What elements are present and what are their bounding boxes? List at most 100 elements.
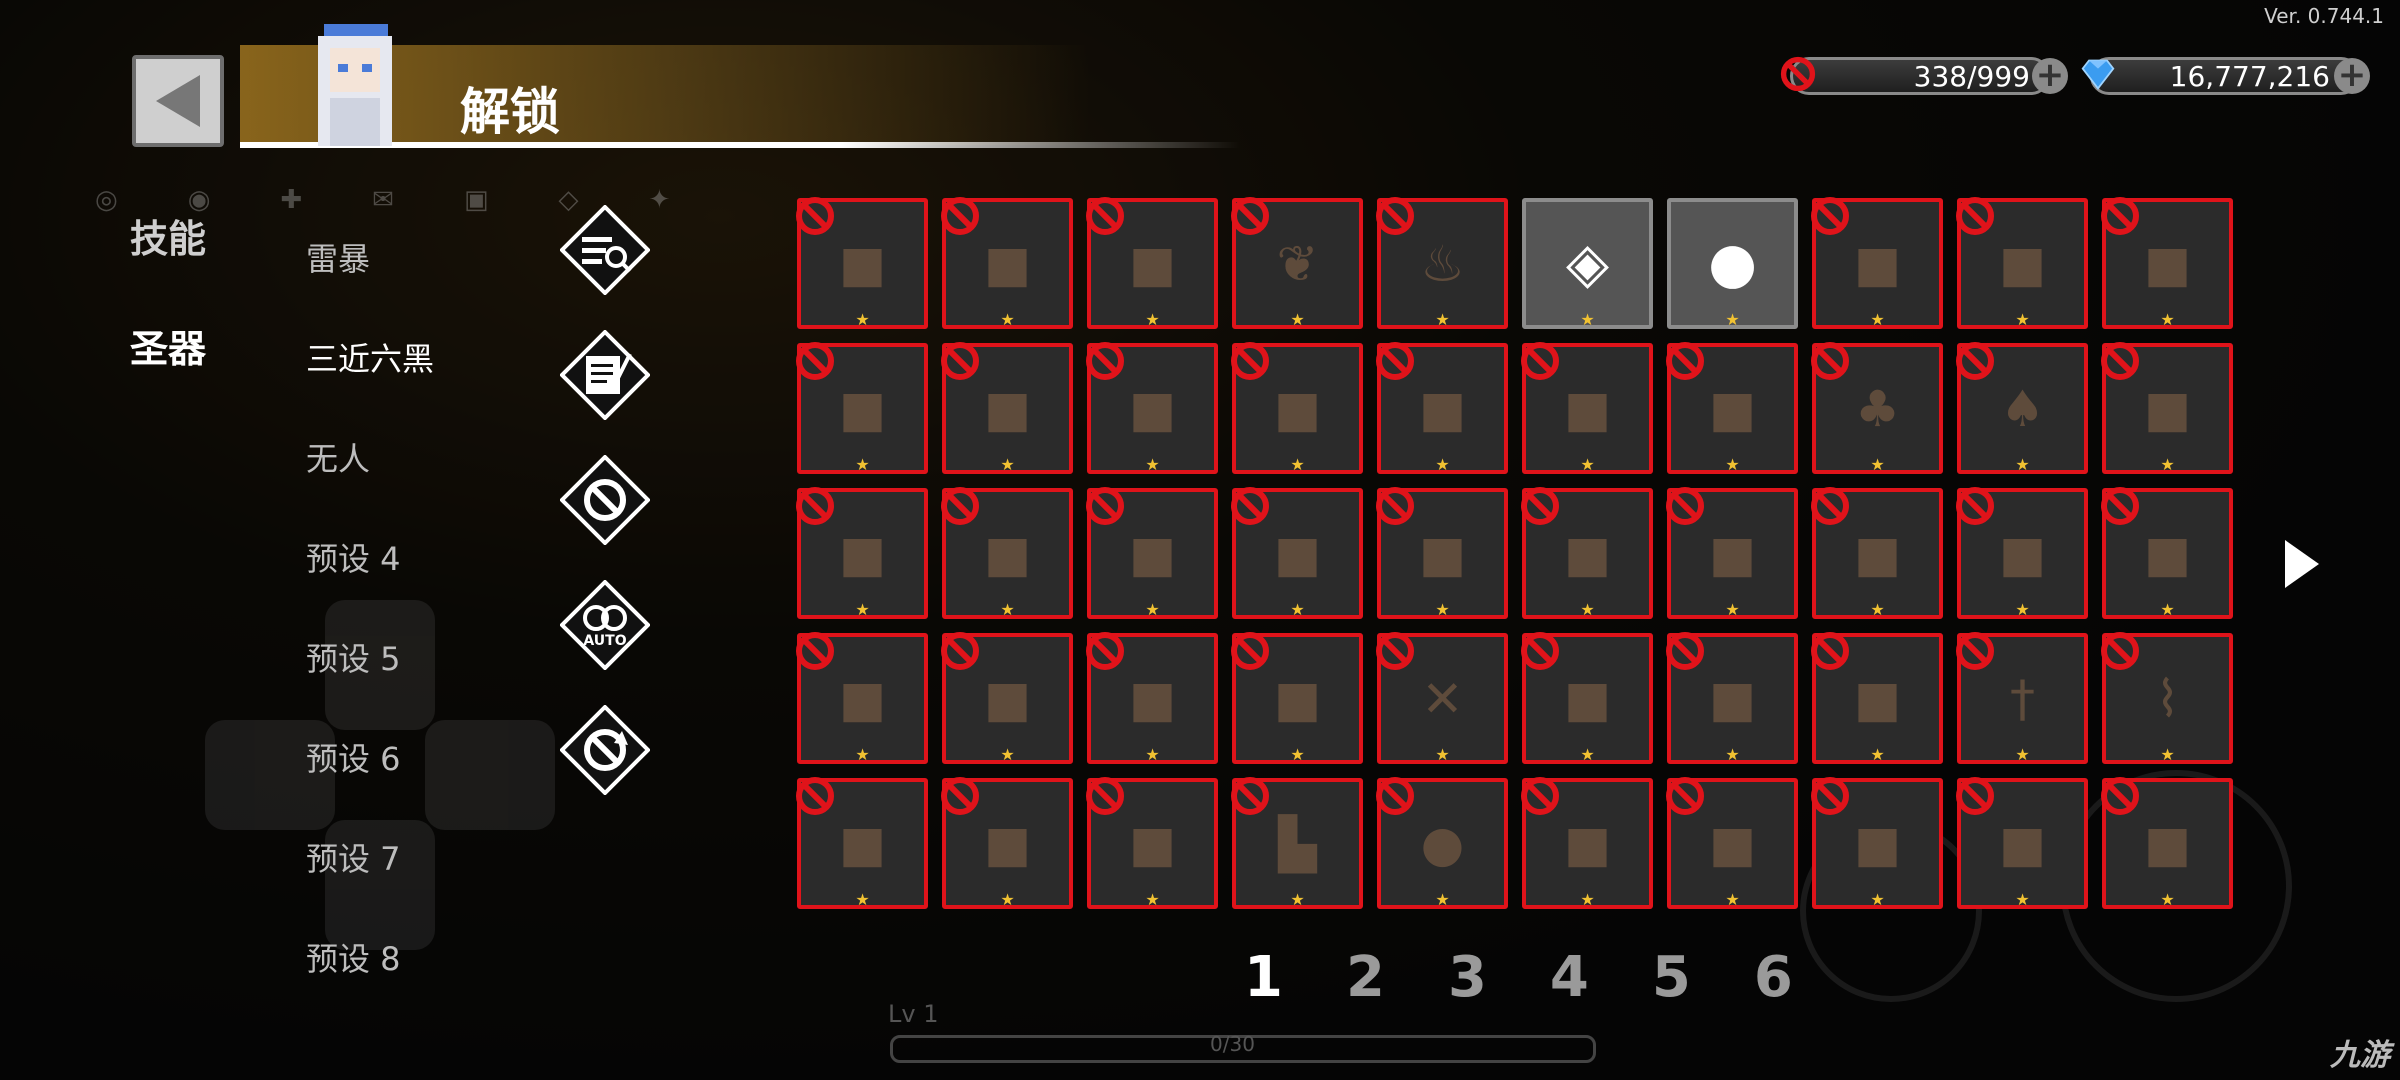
- page-5-button[interactable]: 5: [1652, 945, 1691, 1010]
- star-icon: ★: [1580, 745, 1595, 764]
- relic-slot[interactable]: ■ ★: [796, 632, 928, 764]
- relic-slot[interactable]: ■ ★: [2101, 197, 2233, 329]
- relic-slot[interactable]: ■ ★: [796, 197, 928, 329]
- tab-relics[interactable]: 圣器: [130, 318, 206, 373]
- relic-slot[interactable]: ■ ★: [1956, 777, 2088, 909]
- page-3-button[interactable]: 3: [1448, 945, 1487, 1010]
- relic-slot[interactable]: ■ ★: [1811, 487, 1943, 619]
- relic-slot[interactable]: ◈ ★: [1522, 198, 1653, 329]
- relic-slot[interactable]: ■ ★: [1956, 197, 2088, 329]
- relic-slot[interactable]: ■ ★: [1521, 777, 1653, 909]
- ban-ring-icon[interactable]: [560, 455, 650, 545]
- preset-item[interactable]: 预设 6: [306, 734, 401, 780]
- locked-ban-icon: [1086, 197, 1124, 235]
- relic-slot[interactable]: ♠ ★: [1956, 342, 2088, 474]
- relic-slot[interactable]: ■ ★: [1521, 632, 1653, 764]
- auto-rings-icon[interactable]: AUTO: [560, 580, 650, 670]
- relic-slot[interactable]: ■ ★: [941, 342, 1073, 474]
- preset-item[interactable]: 无人: [306, 434, 370, 480]
- star-icon: ★: [2015, 310, 2030, 329]
- relic-slot[interactable]: ▙ ★: [1231, 777, 1363, 909]
- locked-ban-icon: [1086, 342, 1124, 380]
- xp-text: 0/30: [1210, 1032, 1255, 1056]
- locked-ban-icon: [1231, 632, 1269, 670]
- page-1-button[interactable]: 1: [1244, 945, 1283, 1010]
- relic-slot[interactable]: ■ ★: [941, 632, 1073, 764]
- preset-item[interactable]: 预设 4: [306, 534, 401, 580]
- star-icon: ★: [1000, 600, 1015, 619]
- relic-slot[interactable]: ■ ★: [1376, 487, 1508, 619]
- relic-slot[interactable]: ■ ★: [941, 197, 1073, 329]
- locked-ban-icon: [2101, 197, 2139, 235]
- next-page-arrow-icon[interactable]: [2285, 540, 2319, 588]
- relic-slot[interactable]: ■ ★: [1086, 777, 1218, 909]
- back-button[interactable]: [132, 55, 224, 147]
- relic-slot[interactable]: ■ ★: [2101, 777, 2233, 909]
- relic-slot[interactable]: ■ ★: [1666, 342, 1798, 474]
- preset-item[interactable]: 预设 8: [306, 934, 401, 980]
- star-icon: ★: [1725, 455, 1740, 474]
- relic-slot[interactable]: ■ ★: [1231, 487, 1363, 619]
- search-list-icon[interactable]: [560, 205, 650, 295]
- star-icon: ★: [1145, 890, 1160, 909]
- relic-slot[interactable]: ♨ ★: [1376, 197, 1508, 329]
- relic-slot[interactable]: ■ ★: [941, 487, 1073, 619]
- star-icon: ★: [1435, 890, 1450, 909]
- star-icon: ★: [1435, 745, 1450, 764]
- relic-slot[interactable]: ■ ★: [1666, 487, 1798, 619]
- relic-slot[interactable]: † ★: [1956, 632, 2088, 764]
- relic-slot[interactable]: ■ ★: [1811, 632, 1943, 764]
- relic-slot[interactable]: ■ ★: [1811, 777, 1943, 909]
- relic-slot[interactable]: ■ ★: [796, 342, 928, 474]
- relic-slot[interactable]: ■ ★: [1376, 342, 1508, 474]
- preset-item[interactable]: 雷暴: [306, 234, 370, 280]
- preset-item[interactable]: 三近六黑: [306, 334, 434, 380]
- locked-ban-icon: [1666, 487, 1704, 525]
- star-icon: ★: [1870, 745, 1885, 764]
- relic-slot[interactable]: ■ ★: [1666, 777, 1798, 909]
- preset-item[interactable]: 预设 5: [306, 634, 401, 680]
- keys-counter: 338/999: [1913, 60, 2030, 93]
- page-2-button[interactable]: 2: [1346, 945, 1385, 1010]
- relic-slot[interactable]: ■ ★: [1086, 487, 1218, 619]
- fox-mask-icon: ◈: [1565, 231, 1610, 296]
- relic-slot[interactable]: ■ ★: [1231, 632, 1363, 764]
- relic-slot[interactable]: ■ ★: [1086, 197, 1218, 329]
- relic-slot[interactable]: ■ ★: [2101, 487, 2233, 619]
- relic-slot[interactable]: ■ ★: [1231, 342, 1363, 474]
- locked-ban-icon: [941, 342, 979, 380]
- relic-slot[interactable]: ■ ★: [1086, 342, 1218, 474]
- relic-slot[interactable]: ■ ★: [1086, 632, 1218, 764]
- star-icon: ★: [2160, 455, 2175, 474]
- relic-slot[interactable]: ■ ★: [1521, 487, 1653, 619]
- add-gems-button[interactable]: +: [2334, 58, 2370, 94]
- locked-ban-icon: [1086, 777, 1124, 815]
- star-icon: ★: [1000, 745, 1015, 764]
- relic-slot[interactable]: ♣ ★: [1811, 342, 1943, 474]
- relic-slot[interactable]: ■ ★: [1521, 342, 1653, 474]
- relic-slot[interactable]: ● ★: [1376, 777, 1508, 909]
- page-4-button[interactable]: 4: [1550, 945, 1589, 1010]
- star-icon: ★: [1580, 310, 1595, 329]
- scroll-quill-icon[interactable]: [560, 330, 650, 420]
- relic-slot[interactable]: ⌇ ★: [2101, 632, 2233, 764]
- locked-ban-icon: [1521, 632, 1559, 670]
- relic-slot[interactable]: ■ ★: [1666, 632, 1798, 764]
- relic-slot[interactable]: ■ ★: [796, 487, 928, 619]
- refresh-ban-icon[interactable]: [560, 705, 650, 795]
- add-keys-button[interactable]: +: [2032, 58, 2068, 94]
- relic-slot[interactable]: ✕ ★: [1376, 632, 1508, 764]
- tab-skills[interactable]: 技能: [130, 208, 206, 263]
- page-6-button[interactable]: 6: [1754, 945, 1793, 1010]
- locked-ban-icon: [1376, 632, 1414, 670]
- preset-item[interactable]: 预设 7: [306, 834, 401, 880]
- relic-slot[interactable]: ■ ★: [1956, 487, 2088, 619]
- relic-slot[interactable]: ■ ★: [2101, 342, 2233, 474]
- relic-slot[interactable]: ● ★: [1667, 198, 1798, 329]
- relic-slot[interactable]: ■ ★: [941, 777, 1073, 909]
- relic-slot[interactable]: ❦ ★: [1231, 197, 1363, 329]
- relic-slot[interactable]: ■ ★: [1811, 197, 1943, 329]
- watermark-logo: 九游: [2330, 1038, 2390, 1073]
- relic-slot[interactable]: ■ ★: [796, 777, 928, 909]
- star-icon: ★: [2160, 600, 2175, 619]
